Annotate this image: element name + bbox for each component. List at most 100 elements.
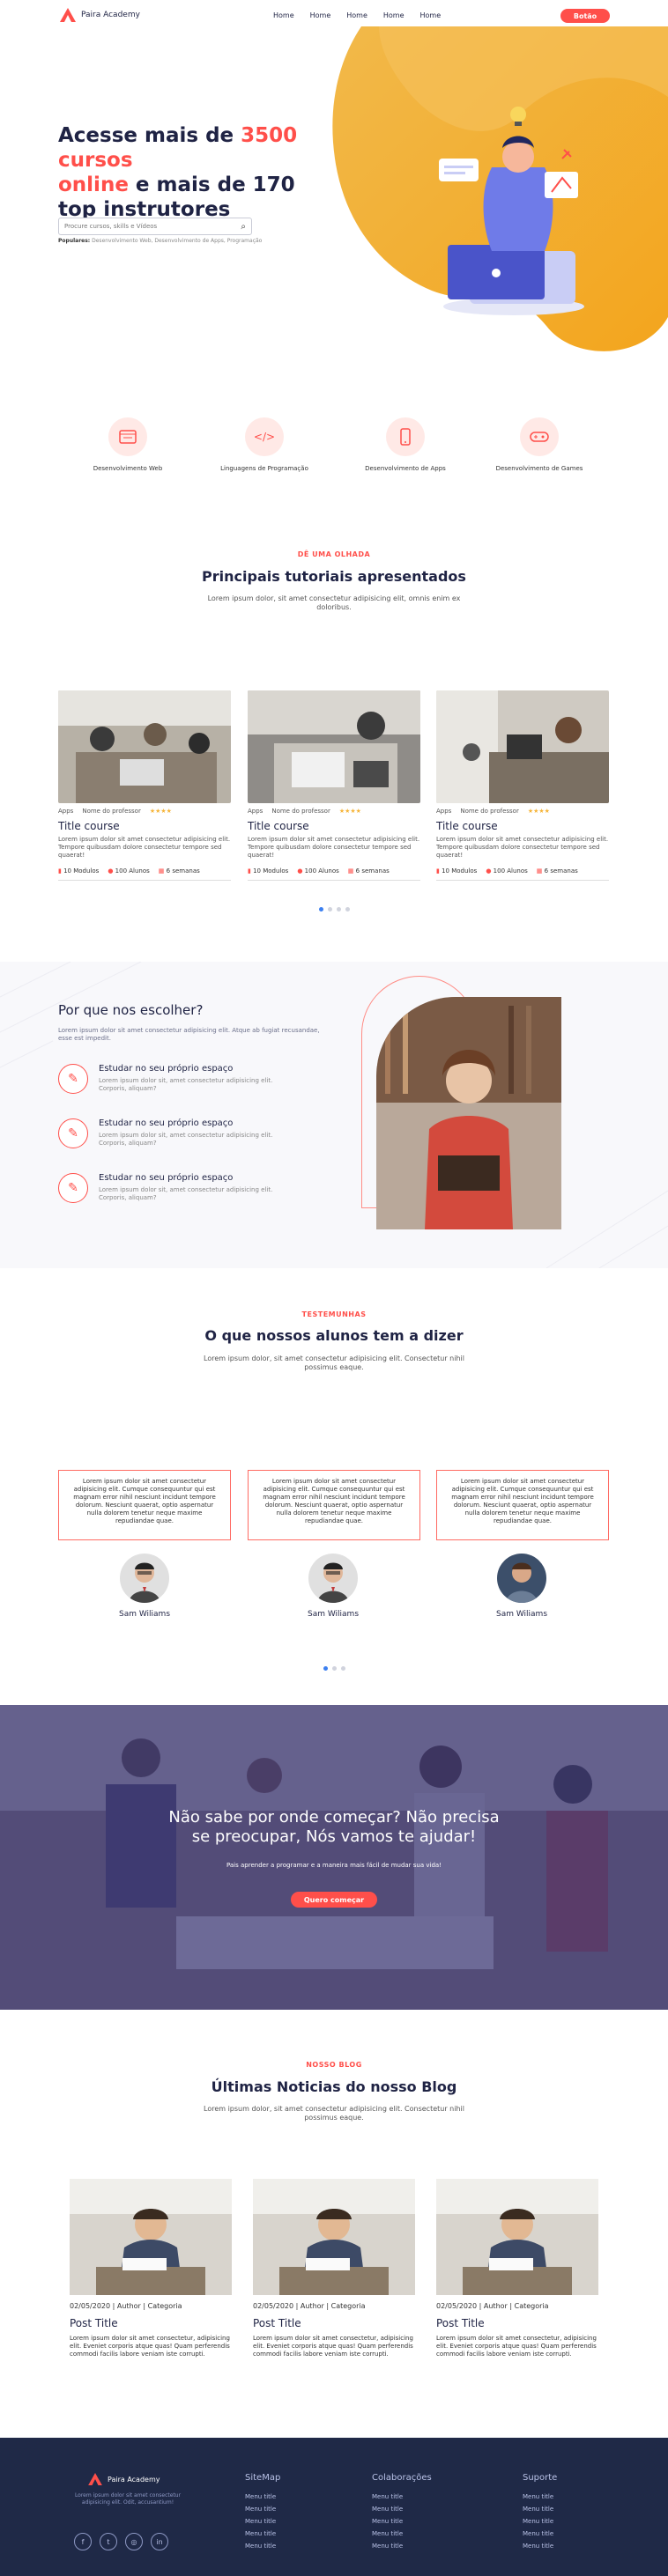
pencil-icon: ✎	[58, 1173, 88, 1203]
blog-image	[253, 2179, 415, 2295]
banner-cta-button[interactable]: Quero começar	[291, 1892, 377, 1908]
nav-home-4[interactable]: Home	[383, 11, 405, 19]
nav-home-3[interactable]: Home	[346, 11, 367, 19]
testimonial-card: Lorem ipsum dolor sit amet consectetur a…	[248, 1470, 420, 1540]
nav-home-1[interactable]: Home	[273, 11, 294, 19]
testimonial-card: Lorem ipsum dolor sit amet consectetur a…	[58, 1470, 231, 1540]
category-games[interactable]: Desenvolvimento de Games	[486, 417, 592, 472]
blog-title: Últimas Noticias do nosso Blog	[211, 2078, 457, 2095]
carousel-dots[interactable]	[0, 907, 668, 912]
testimonial-name: Sam Wiliams	[495, 1610, 548, 1619]
category-apps[interactable]: Desenvolvimento de Apps	[353, 417, 458, 472]
category-label: Linguagens de Programação	[220, 465, 308, 472]
banner-subtitle: Pais aprender a programar e a maneira ma…	[226, 1862, 442, 1869]
carousel-dot[interactable]	[318, 907, 323, 912]
carousel-dot[interactable]	[323, 1666, 328, 1671]
facebook-icon[interactable]: f	[74, 2533, 92, 2550]
carousel-dot[interactable]	[327, 907, 332, 912]
footer-link[interactable]: Menu title	[245, 2543, 280, 2550]
twitter-icon[interactable]: t	[100, 2533, 117, 2550]
course-teacher: Nome do professor	[460, 808, 519, 815]
blog-post-title[interactable]: Post Title	[436, 2317, 598, 2329]
footer-link[interactable]: Menu title	[372, 2543, 432, 2550]
logo[interactable]: Paira Academy	[60, 8, 140, 22]
instagram-icon[interactable]: ◎	[125, 2533, 143, 2550]
blog-post[interactable]: 02/05/2020 | Author | Categoria Post Tit…	[253, 2179, 415, 2358]
blog-post[interactable]: 02/05/2020 | Author | Categoria Post Tit…	[436, 2179, 598, 2358]
students-count: ● 100 Alunos	[108, 867, 150, 875]
nav-home-5[interactable]: Home	[420, 11, 442, 19]
book-icon: ▮	[58, 867, 62, 875]
weeks-count: ▦ 6 semanas	[536, 867, 578, 875]
blog-image	[70, 2179, 232, 2295]
footer-link[interactable]: Menu title	[372, 2493, 432, 2500]
pencil-icon: ✎	[58, 1118, 88, 1148]
tutorials-kicker: DÊ UMA OLHADA	[297, 550, 371, 558]
testimonial-card: Lorem ipsum dolor sit amet consectetur a…	[436, 1470, 609, 1540]
footer-link[interactable]: Menu title	[245, 2530, 280, 2537]
hero-search[interactable]: Procure cursos, skills e Vídeos ⌕	[58, 218, 252, 235]
users-icon: ●	[297, 867, 303, 875]
footer-link[interactable]: Menu title	[245, 2493, 280, 2500]
carousel-dot[interactable]	[340, 1666, 345, 1671]
footer-link[interactable]: Menu title	[372, 2506, 432, 2513]
header-cta-button[interactable]: Botão	[560, 9, 610, 23]
testimonials-kicker: TESTEMUNHAS	[301, 1310, 367, 1318]
course-category: Apps	[436, 808, 452, 815]
why-item: ✎ Estudar no seu próprio espaço Lorem ips…	[58, 1173, 284, 1203]
search-input[interactable]: Procure cursos, skills e Vídeos	[64, 223, 241, 230]
footer-link[interactable]: Menu title	[523, 2530, 557, 2537]
category-programming[interactable]: </> Linguagens de Programação	[212, 417, 317, 472]
footer-link[interactable]: Menu title	[523, 2518, 557, 2525]
footer-link[interactable]: Menu title	[372, 2530, 432, 2537]
book-icon: ▮	[248, 867, 251, 875]
carousel-dot[interactable]	[331, 1666, 337, 1671]
testimonials-title: O que nossos alunos tem a dizer	[204, 1327, 464, 1344]
hero-illustration	[439, 107, 584, 315]
banner-title: Não sabe por onde começar? Não precisa se…	[168, 1808, 500, 1846]
why-title: Por que nos escolher?	[58, 1002, 204, 1018]
footer-link[interactable]: Menu title	[523, 2543, 557, 2550]
course-title[interactable]: Title course	[436, 820, 609, 832]
rating-stars-icon: ★★★★	[527, 808, 550, 815]
course-image	[436, 690, 609, 803]
users-icon: ●	[486, 867, 492, 875]
footer-about: Lorem ipsum dolor sit amet consectetur a…	[74, 2492, 182, 2506]
footer-brand[interactable]: Paira Academy	[88, 2473, 160, 2485]
calendar-icon: ▦	[347, 867, 354, 875]
blog-post[interactable]: 02/05/2020 | Author | Categoria Post Tit…	[70, 2179, 232, 2358]
course-title[interactable]: Title course	[58, 820, 231, 832]
nav-home-2[interactable]: Home	[310, 11, 331, 19]
hero-title: Acesse mais de 3500 cursos online e mais…	[58, 124, 298, 221]
course-card[interactable]: Apps Nome do professor ★★★★ Title course L…	[436, 690, 609, 881]
course-category: Apps	[58, 808, 74, 815]
course-card[interactable]: Apps Nome do professor ★★★★ Title course L…	[248, 690, 420, 881]
blog-date: 02/05/2020 | Author | Categoria	[253, 2302, 366, 2310]
course-title[interactable]: Title course	[248, 820, 420, 832]
footer-link[interactable]: Menu title	[245, 2506, 280, 2513]
blog-date: 02/05/2020 | Author | Categoria	[70, 2302, 182, 2310]
category-label: Desenvolvimento de Games	[495, 465, 583, 472]
footer-link[interactable]: Menu title	[245, 2518, 280, 2525]
students-count: ● 100 Alunos	[486, 867, 528, 875]
rating-stars-icon: ★★★★	[338, 808, 361, 815]
course-card[interactable]: Apps Nome do professor ★★★★ Title course L…	[58, 690, 231, 881]
blog-excerpt: Lorem ipsum dolor sit amet consectetur, …	[253, 2335, 413, 2358]
carousel-dot[interactable]	[345, 907, 350, 912]
footer-col-collab: Colaborações Menu title Menu title Menu …	[372, 2473, 432, 2550]
footer-link[interactable]: Menu title	[523, 2493, 557, 2500]
category-web[interactable]: Desenvolvimento Web	[88, 417, 167, 472]
blog-post-title[interactable]: Post Title	[253, 2317, 415, 2329]
why-photo	[376, 997, 561, 1229]
footer-link[interactable]: Menu title	[372, 2518, 432, 2525]
testimonial-dots[interactable]	[0, 1666, 668, 1671]
carousel-dot[interactable]	[336, 907, 341, 912]
footer-link[interactable]: Menu title	[523, 2506, 557, 2513]
search-icon[interactable]: ⌕	[241, 222, 246, 232]
blog-post-title[interactable]: Post Title	[70, 2317, 232, 2329]
popular-tags: Populares: Desenvolvimento Web, Desenvol…	[58, 238, 263, 244]
tutorials-title: Principais tutoriais apresentados	[202, 568, 466, 585]
linkedin-icon[interactable]: in	[151, 2533, 168, 2550]
blog-subtitle: Lorem ipsum dolor, sit amet consectetur …	[204, 2105, 464, 2122]
avatar	[120, 1554, 169, 1603]
